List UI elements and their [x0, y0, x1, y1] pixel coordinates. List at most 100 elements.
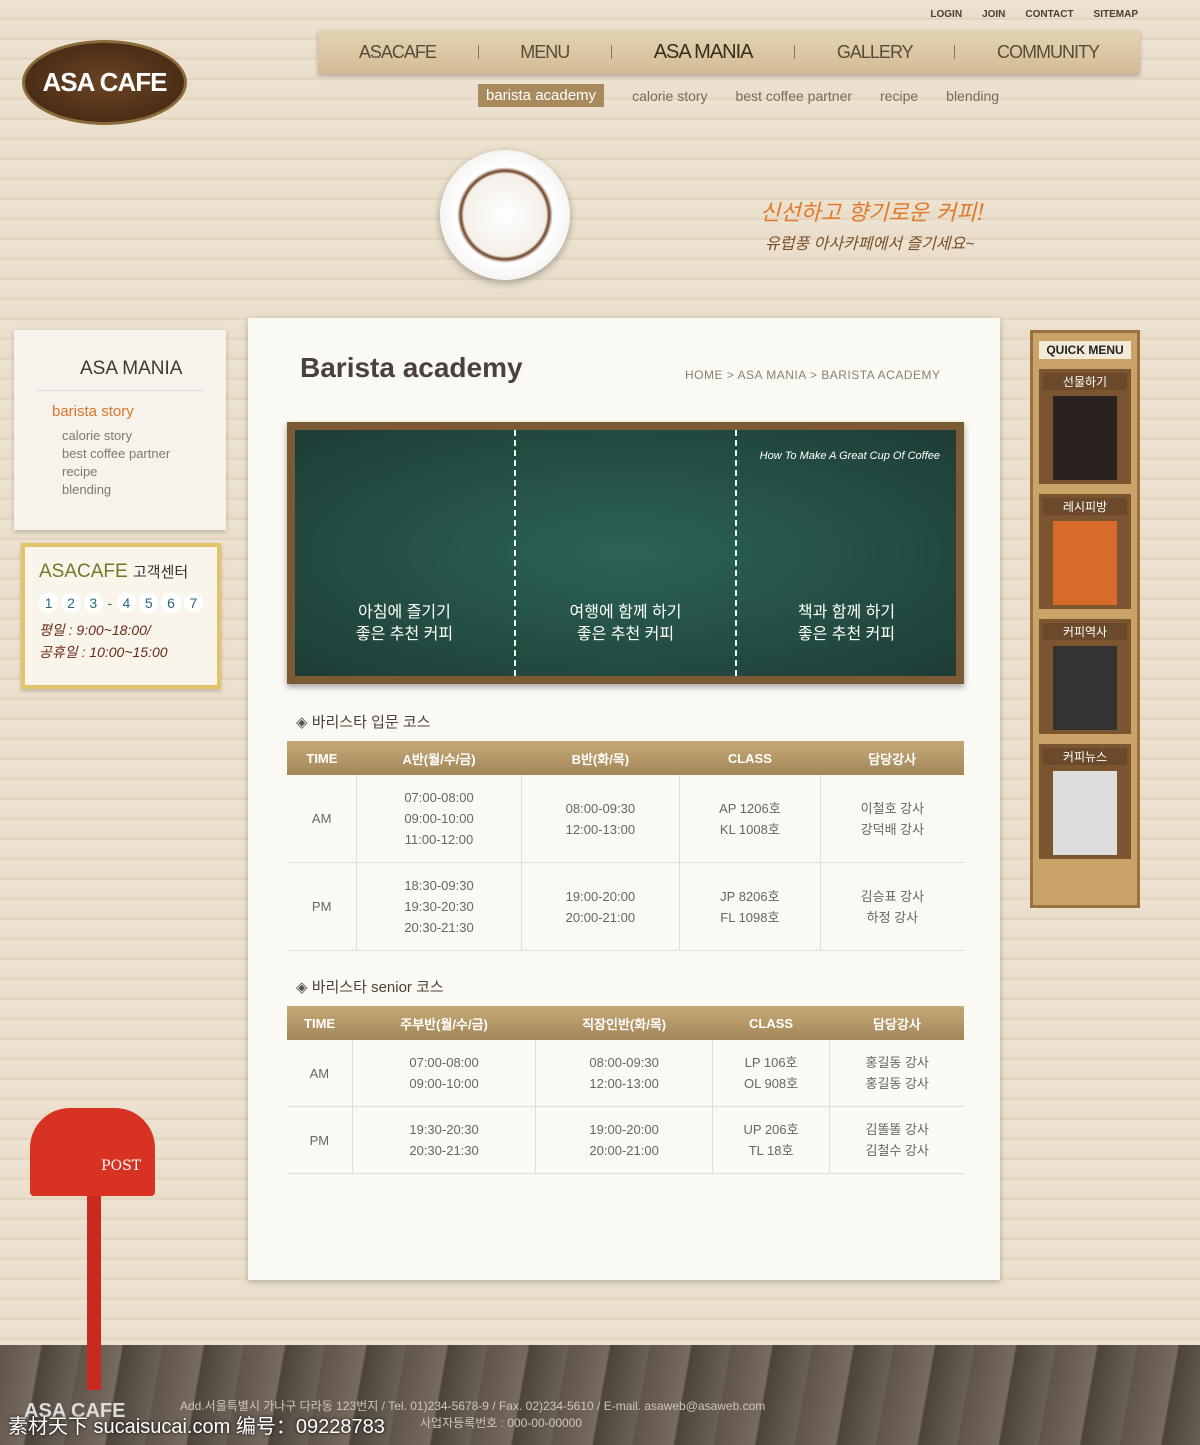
join-link[interactable]: JOIN: [982, 9, 1005, 20]
digit: -: [107, 595, 113, 611]
quick-label: 커피뉴스: [1043, 748, 1127, 765]
chalkboard-banner: How To Make A Great Cup Of Coffee 아침에 즐기…: [287, 422, 964, 684]
top-links: LOGIN JOIN CONTACT SITEMAP: [930, 9, 1138, 20]
cs-title: ASACAFE 고객센터: [39, 561, 203, 583]
course-senior-table: TIME 주부반(월/수/금) 직장인반(화/목) CLASS 담당강사 AM 07:00-…: [287, 1006, 964, 1174]
cs-holiday-hours: 공휴일 : 10:00~15:00: [39, 644, 168, 660]
cs-weekday-hours: 평일 : 9:00~18:00/: [39, 622, 151, 638]
table-cell: 19:30-20:30 20:30-21:30: [351, 1106, 536, 1174]
sidebar-item-calorie-story[interactable]: calorie story: [62, 427, 204, 445]
sidebar-item-barista-story[interactable]: barista story: [52, 403, 204, 421]
nav-menu[interactable]: MENU: [520, 42, 570, 63]
slogan: 신선하고 향기로운 커피!: [760, 201, 986, 226]
cs-brand: ASACAFE: [39, 561, 128, 582]
breadcrumb: HOME > ASA MANIA > BARISTA ACADEMY: [685, 368, 941, 382]
panel-line: 좋은 추천 커피: [576, 626, 675, 643]
nav-gallery[interactable]: GALLERY: [837, 42, 914, 63]
table-cell: 19:00-20:00 20:00-21:00: [535, 1106, 713, 1174]
quick-menu: QUICK MENU 선물하기 레시피방 커피역사 커피뉴스: [1030, 330, 1140, 908]
sidebar-item-recipe[interactable]: recipe: [62, 463, 204, 481]
table-cell: LP 106호 OL 908호: [711, 1040, 830, 1107]
table-cell: PM: [287, 862, 357, 951]
table-row: PM 18:30-09:30 19:30-20:30 20:30-21:30 19:…: [287, 862, 964, 951]
nav-asacafe[interactable]: ASACAFE: [359, 42, 437, 63]
column-header: 주부반(월/수/금): [352, 1006, 536, 1040]
table-cell: 김똘똘 강사 김철수 강사: [829, 1106, 964, 1174]
board-panel: 아침에 즐기기좋은 추천 커피: [295, 430, 516, 676]
logo[interactable]: ASA CAFE: [22, 40, 187, 125]
quick-menu-history[interactable]: 커피역사: [1039, 619, 1131, 734]
table-cell: JP 8206호 FL 1098호: [679, 862, 821, 951]
table-cell: UP 206호 TL 18호: [711, 1106, 830, 1174]
table-cell: 19:00-20:00 20:00-21:00: [520, 862, 680, 951]
table-cell: AM: [287, 1040, 353, 1107]
mailbox-post: [87, 1190, 101, 1390]
quick-label: 레시피방: [1043, 498, 1127, 515]
nav-community[interactable]: COMMUNITY: [997, 42, 1100, 63]
table-cell: AP 1206호 KL 1008호: [679, 775, 821, 863]
digit: 7: [183, 593, 204, 613]
quick-menu-title: QUICK MENU: [1039, 341, 1131, 359]
table-cell: 이철호 강사 강덕배 강사: [819, 775, 964, 863]
column-header: CLASS: [712, 1006, 830, 1040]
contact-link[interactable]: CONTACT: [1025, 9, 1073, 20]
table-cell: 홍길동 강사 홍길동 강사: [829, 1040, 964, 1107]
panel-line: 아침에 즐기기: [358, 604, 451, 621]
digit: 6: [161, 593, 181, 613]
quick-menu-recipe[interactable]: 레시피방: [1039, 494, 1131, 609]
subnav-blending[interactable]: blending: [946, 88, 999, 104]
table-header-row: TIME 주부반(월/수/금) 직장인반(화/목) CLASS 담당강사: [287, 1006, 964, 1040]
nav-asa-mania[interactable]: ASA MANIA: [654, 41, 754, 64]
section-title-senior: 바리스타 senior 코스: [296, 976, 444, 997]
quick-label: 선물하기: [1043, 373, 1127, 390]
table-cell: PM: [287, 1106, 353, 1174]
subnav-calorie-story[interactable]: calorie story: [632, 88, 707, 104]
board-heading: How To Make A Great Cup Of Coffee: [759, 450, 940, 462]
column-header: 담당강사: [829, 1006, 964, 1040]
mailbox-icon[interactable]: POST: [30, 1108, 155, 1196]
history-image: [1053, 646, 1117, 730]
sitemap-link[interactable]: SITEMAP: [1094, 9, 1138, 20]
main-nav: ASACAFE MENU ASA MANIA GALLERY COMMUNITY: [318, 30, 1140, 74]
panel-line: 여행에 함께 하기: [569, 604, 682, 621]
sidebar-title: ASA MANIA: [36, 358, 204, 391]
customer-center: ASACAFE 고객센터 123-4567 평일 : 9:00~18:00/ 공…: [21, 543, 221, 689]
table-cell: 07:00-08:00 09:00-10:00 11:00-12:00: [356, 775, 522, 863]
digit: 3: [83, 593, 103, 613]
quick-menu-news[interactable]: 커피뉴스: [1039, 744, 1131, 859]
sidebar-item-blending[interactable]: blending: [62, 481, 204, 499]
column-header: TIME: [287, 1006, 353, 1040]
subnav-recipe[interactable]: recipe: [880, 88, 918, 104]
news-image: [1053, 771, 1117, 855]
course-intro-table: TIME A반(월/수/금) B반(화/목) CLASS 담당강사 AM 07:00-08:…: [287, 741, 964, 951]
digit: 4: [116, 593, 137, 613]
sidebar-item-best-coffee-partner[interactable]: best coffee partner: [62, 445, 204, 463]
column-header: CLASS: [679, 741, 821, 775]
subnav-best-coffee-partner[interactable]: best coffee partner: [736, 88, 852, 104]
quick-menu-gift[interactable]: 선물하기: [1039, 369, 1131, 484]
watermark: 素材天下 sucaisucai.com 编号：09228783: [8, 1416, 385, 1438]
board-panel: 여행에 함께 하기좋은 추천 커피: [516, 430, 737, 676]
cs-phone: 123-4567: [39, 593, 204, 613]
subnav-barista-academy[interactable]: barista academy: [478, 84, 605, 107]
cs-subtitle: 고객센터: [132, 564, 189, 581]
table-cell: 김승표 강사 하정 강사: [819, 862, 964, 951]
table-cell: 18:30-09:30 19:30-20:30 20:30-21:30: [356, 862, 522, 951]
panel-line: 좋은 추천 커피: [797, 626, 896, 643]
panel-line: 좋은 추천 커피: [355, 626, 454, 643]
table-row: PM 19:30-20:30 20:30-21:30 19:00-20:00 20:…: [287, 1106, 964, 1174]
column-header: TIME: [287, 741, 357, 775]
digit: 5: [139, 593, 159, 613]
page-title: Barista academy: [300, 352, 523, 383]
gift-image: [1053, 396, 1117, 480]
board-panel: 책과 함께 하기좋은 추천 커피: [737, 430, 956, 676]
digit: 2: [61, 593, 81, 613]
login-link[interactable]: LOGIN: [930, 9, 962, 20]
column-header: B반(화/목): [521, 741, 680, 775]
column-header: 직장인반(화/목): [535, 1006, 713, 1040]
table-cell: 07:00-08:00 09:00-10:00: [351, 1040, 536, 1107]
digit: 1: [39, 593, 59, 613]
panel-line: 책과 함께 하기: [797, 604, 896, 621]
table-cell: AM: [287, 775, 357, 863]
slogan-sub: 유럽풍 아사카페에서 즐기세요~: [765, 236, 975, 253]
